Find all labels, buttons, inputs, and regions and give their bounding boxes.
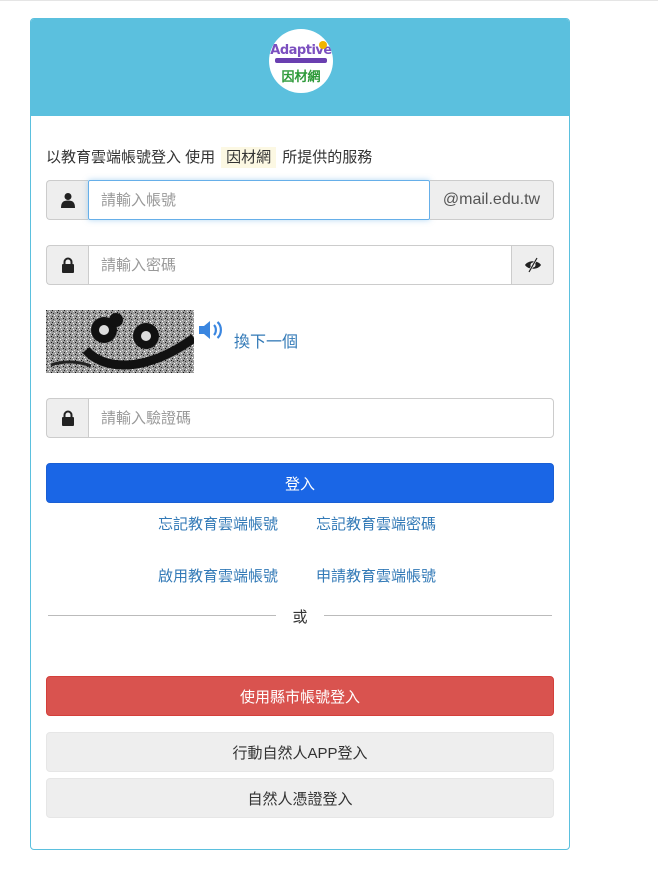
- email-domain-suffix: @mail.edu.tw: [430, 180, 554, 220]
- mobile-app-login-button[interactable]: 行動自然人APP登入: [46, 732, 554, 772]
- forgot-account-link[interactable]: 忘記教育雲端帳號: [158, 513, 278, 534]
- captcha-image: [46, 310, 194, 373]
- divider-right: [324, 615, 552, 616]
- forgot-password-link[interactable]: 忘記教育雲端密碼: [316, 513, 436, 534]
- lock-icon: [46, 398, 88, 438]
- lock-icon: [46, 245, 88, 285]
- captcha-input[interactable]: [88, 398, 554, 438]
- logo-tagline-band: [275, 58, 327, 63]
- or-label: 或: [292, 609, 308, 626]
- app-logo: Adaptive 因材網: [269, 29, 333, 93]
- account-input-group: @mail.edu.tw: [46, 180, 554, 220]
- top-border: [0, 0, 658, 1]
- logo-name: 因材網: [281, 69, 321, 84]
- login-panel: Adaptive 因材網 以教育雲端帳號登入 使用因材網所提供的服務 @mail…: [30, 18, 570, 850]
- certificate-login-button[interactable]: 自然人憑證登入: [46, 778, 554, 818]
- login-intro: 以教育雲端帳號登入 使用 因材網 所提供的服務: [46, 146, 373, 168]
- logo-bulb-icon: [319, 41, 327, 49]
- panel-header: Adaptive 因材網: [31, 19, 569, 116]
- refresh-captcha-link[interactable]: 換下一個: [234, 328, 298, 352]
- intro-suffix: 所提供的服務: [282, 149, 373, 166]
- password-input[interactable]: [88, 245, 512, 285]
- account-input[interactable]: [88, 180, 430, 220]
- activate-account-link[interactable]: 啟用教育雲端帳號: [158, 565, 278, 586]
- captcha-input-group: [46, 398, 554, 438]
- divider-left: [48, 615, 276, 616]
- user-icon: [46, 180, 88, 220]
- intro-prefix: 以教育雲端帳號登入 使用: [46, 149, 216, 166]
- eye-slash-icon[interactable]: [512, 245, 554, 285]
- apply-account-link[interactable]: 申請教育雲端帳號: [316, 565, 436, 586]
- service-name: 因材網: [221, 147, 277, 168]
- password-input-group: [46, 245, 554, 285]
- speaker-icon[interactable]: [197, 318, 225, 342]
- login-button[interactable]: 登入: [46, 463, 554, 503]
- county-login-button[interactable]: 使用縣市帳號登入: [46, 676, 554, 716]
